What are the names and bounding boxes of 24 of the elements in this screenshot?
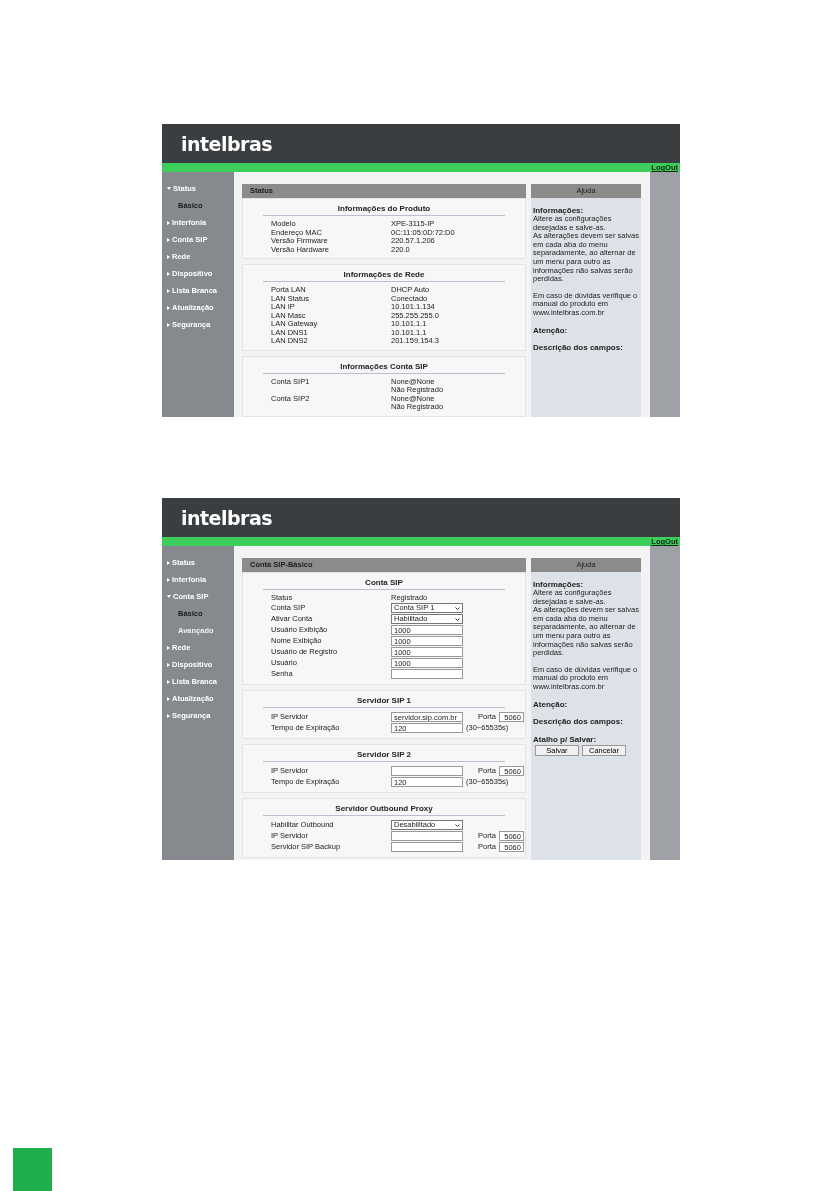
input-field[interactable] [391, 831, 463, 841]
help-heading: Informações: [533, 580, 584, 589]
chevron-icon [455, 617, 460, 621]
page-tab-marker [13, 1148, 52, 1191]
help-heading: Atenção: [533, 700, 569, 710]
logo: intelbras [181, 506, 273, 529]
help-heading: Informações: [533, 206, 584, 215]
section-title: Informações Conta SIP [263, 356, 505, 374]
section-title: Informações do Produto [263, 199, 505, 216]
input-field[interactable] [391, 842, 463, 852]
chevron-icon [455, 823, 460, 827]
help-heading: Atenção: [533, 326, 569, 336]
chevron-icon [455, 606, 460, 610]
section-title: Conta SIP [263, 573, 505, 590]
input-field[interactable] [391, 766, 463, 776]
section-title: Servidor SIP 2 [263, 744, 505, 762]
section-title: Informações de Rede [263, 265, 505, 282]
help-heading: Atalho p/ Salvar: [533, 735, 598, 745]
section-title: Servidor Outbound Proxy [263, 798, 505, 816]
help-heading: Descrição dos campos: [533, 344, 624, 353]
input-field[interactable] [391, 669, 463, 679]
section-title: Servidor SIP 1 [263, 690, 505, 708]
logo: intelbras [181, 132, 273, 155]
help-heading: Descrição dos campos: [533, 718, 624, 727]
